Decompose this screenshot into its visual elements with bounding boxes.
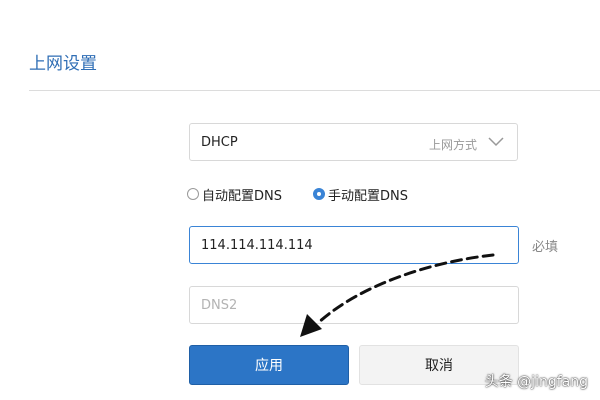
radio-auto-dns-circle[interactable]	[187, 188, 199, 200]
page-title: 上网设置	[29, 54, 97, 74]
chevron-down-icon	[488, 137, 504, 147]
connection-type-value: DHCP	[201, 135, 238, 150]
radio-manual-dns-label: 手动配置DNS	[328, 188, 408, 204]
dns2-input[interactable]	[189, 286, 519, 324]
radio-auto-dns-label: 自动配置DNS	[202, 188, 282, 204]
dns1-input[interactable]	[189, 226, 519, 264]
required-note: 必填	[532, 240, 559, 255]
watermark-text: 头条 @jingfang	[484, 374, 588, 390]
radio-manual-dns[interactable]: 手动配置DNS	[313, 185, 408, 204]
apply-button[interactable]: 应用	[189, 345, 349, 385]
radio-auto-dns[interactable]: 自动配置DNS	[187, 185, 282, 204]
header-divider	[29, 90, 600, 91]
connection-type-select[interactable]: DHCP 上网方式	[189, 123, 518, 161]
radio-manual-dns-circle[interactable]	[313, 188, 325, 200]
connection-type-hint: 上网方式	[428, 138, 477, 152]
